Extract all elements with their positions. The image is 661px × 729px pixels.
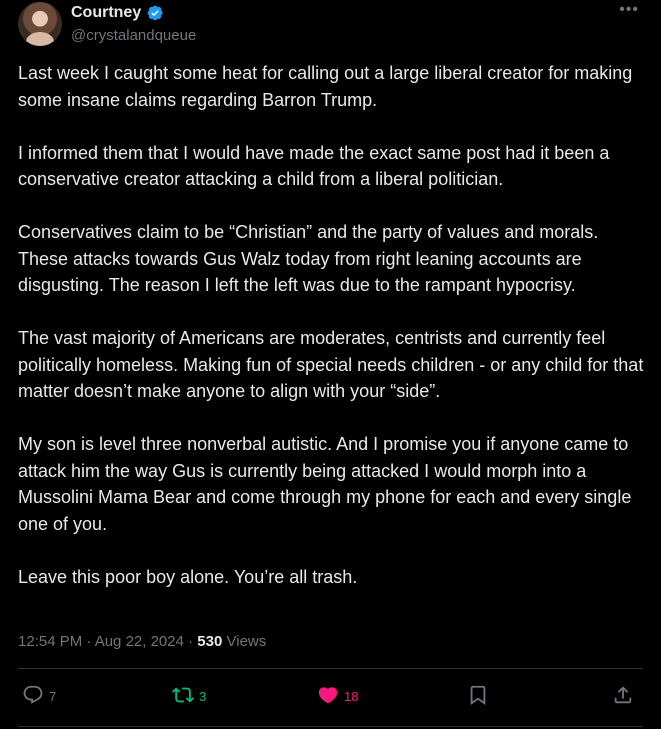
divider xyxy=(18,668,643,669)
post-paragraph: The vast majority of Americans are moder… xyxy=(18,328,644,401)
views-label: Views xyxy=(226,633,267,650)
reply-button[interactable]: 7 xyxy=(22,684,56,709)
post-paragraph: Last week I caught some heat for calling… xyxy=(18,63,633,110)
post-paragraph: Conservatives claim to be “Christian” an… xyxy=(18,222,599,295)
repost-button[interactable]: 3 xyxy=(172,684,206,709)
reply-icon xyxy=(22,684,44,709)
author-name-row[interactable]: Courtney xyxy=(71,4,164,22)
meta-separator: · xyxy=(183,633,198,650)
post-timestamp[interactable]: 12:54 PM · Aug 22, 2024 xyxy=(18,633,184,650)
reply-count: 7 xyxy=(49,689,57,704)
verified-badge-icon xyxy=(146,4,164,22)
views-count: 530 xyxy=(197,633,223,650)
heart-icon xyxy=(317,684,339,709)
author-name[interactable]: Courtney xyxy=(71,4,141,22)
repost-icon xyxy=(172,684,194,709)
post-paragraph: I informed them that I would have made t… xyxy=(18,142,610,190)
post-paragraph: Leave this poor boy alone. You’re all tr… xyxy=(18,566,358,587)
post-body: Last week I caught some heat for calling… xyxy=(18,60,648,617)
repost-count: 3 xyxy=(199,689,207,704)
more-horizontal-icon[interactable]: ••• xyxy=(619,1,639,19)
bookmark-icon xyxy=(467,684,489,709)
like-button[interactable]: 18 xyxy=(317,684,358,709)
avatar[interactable] xyxy=(18,2,62,46)
action-bar: 7 3 18 xyxy=(18,684,643,714)
share-button[interactable] xyxy=(612,684,634,709)
author-handle[interactable]: @crystalandqueue xyxy=(71,27,196,44)
bookmark-button[interactable] xyxy=(467,684,489,709)
post-meta: 12:54 PM · Aug 22, 2024 · 530 Views xyxy=(18,633,266,650)
share-icon xyxy=(612,684,634,709)
divider xyxy=(18,726,643,727)
post-paragraph: My son is level three nonverbal autistic… xyxy=(18,434,632,534)
like-count: 18 xyxy=(344,689,359,704)
